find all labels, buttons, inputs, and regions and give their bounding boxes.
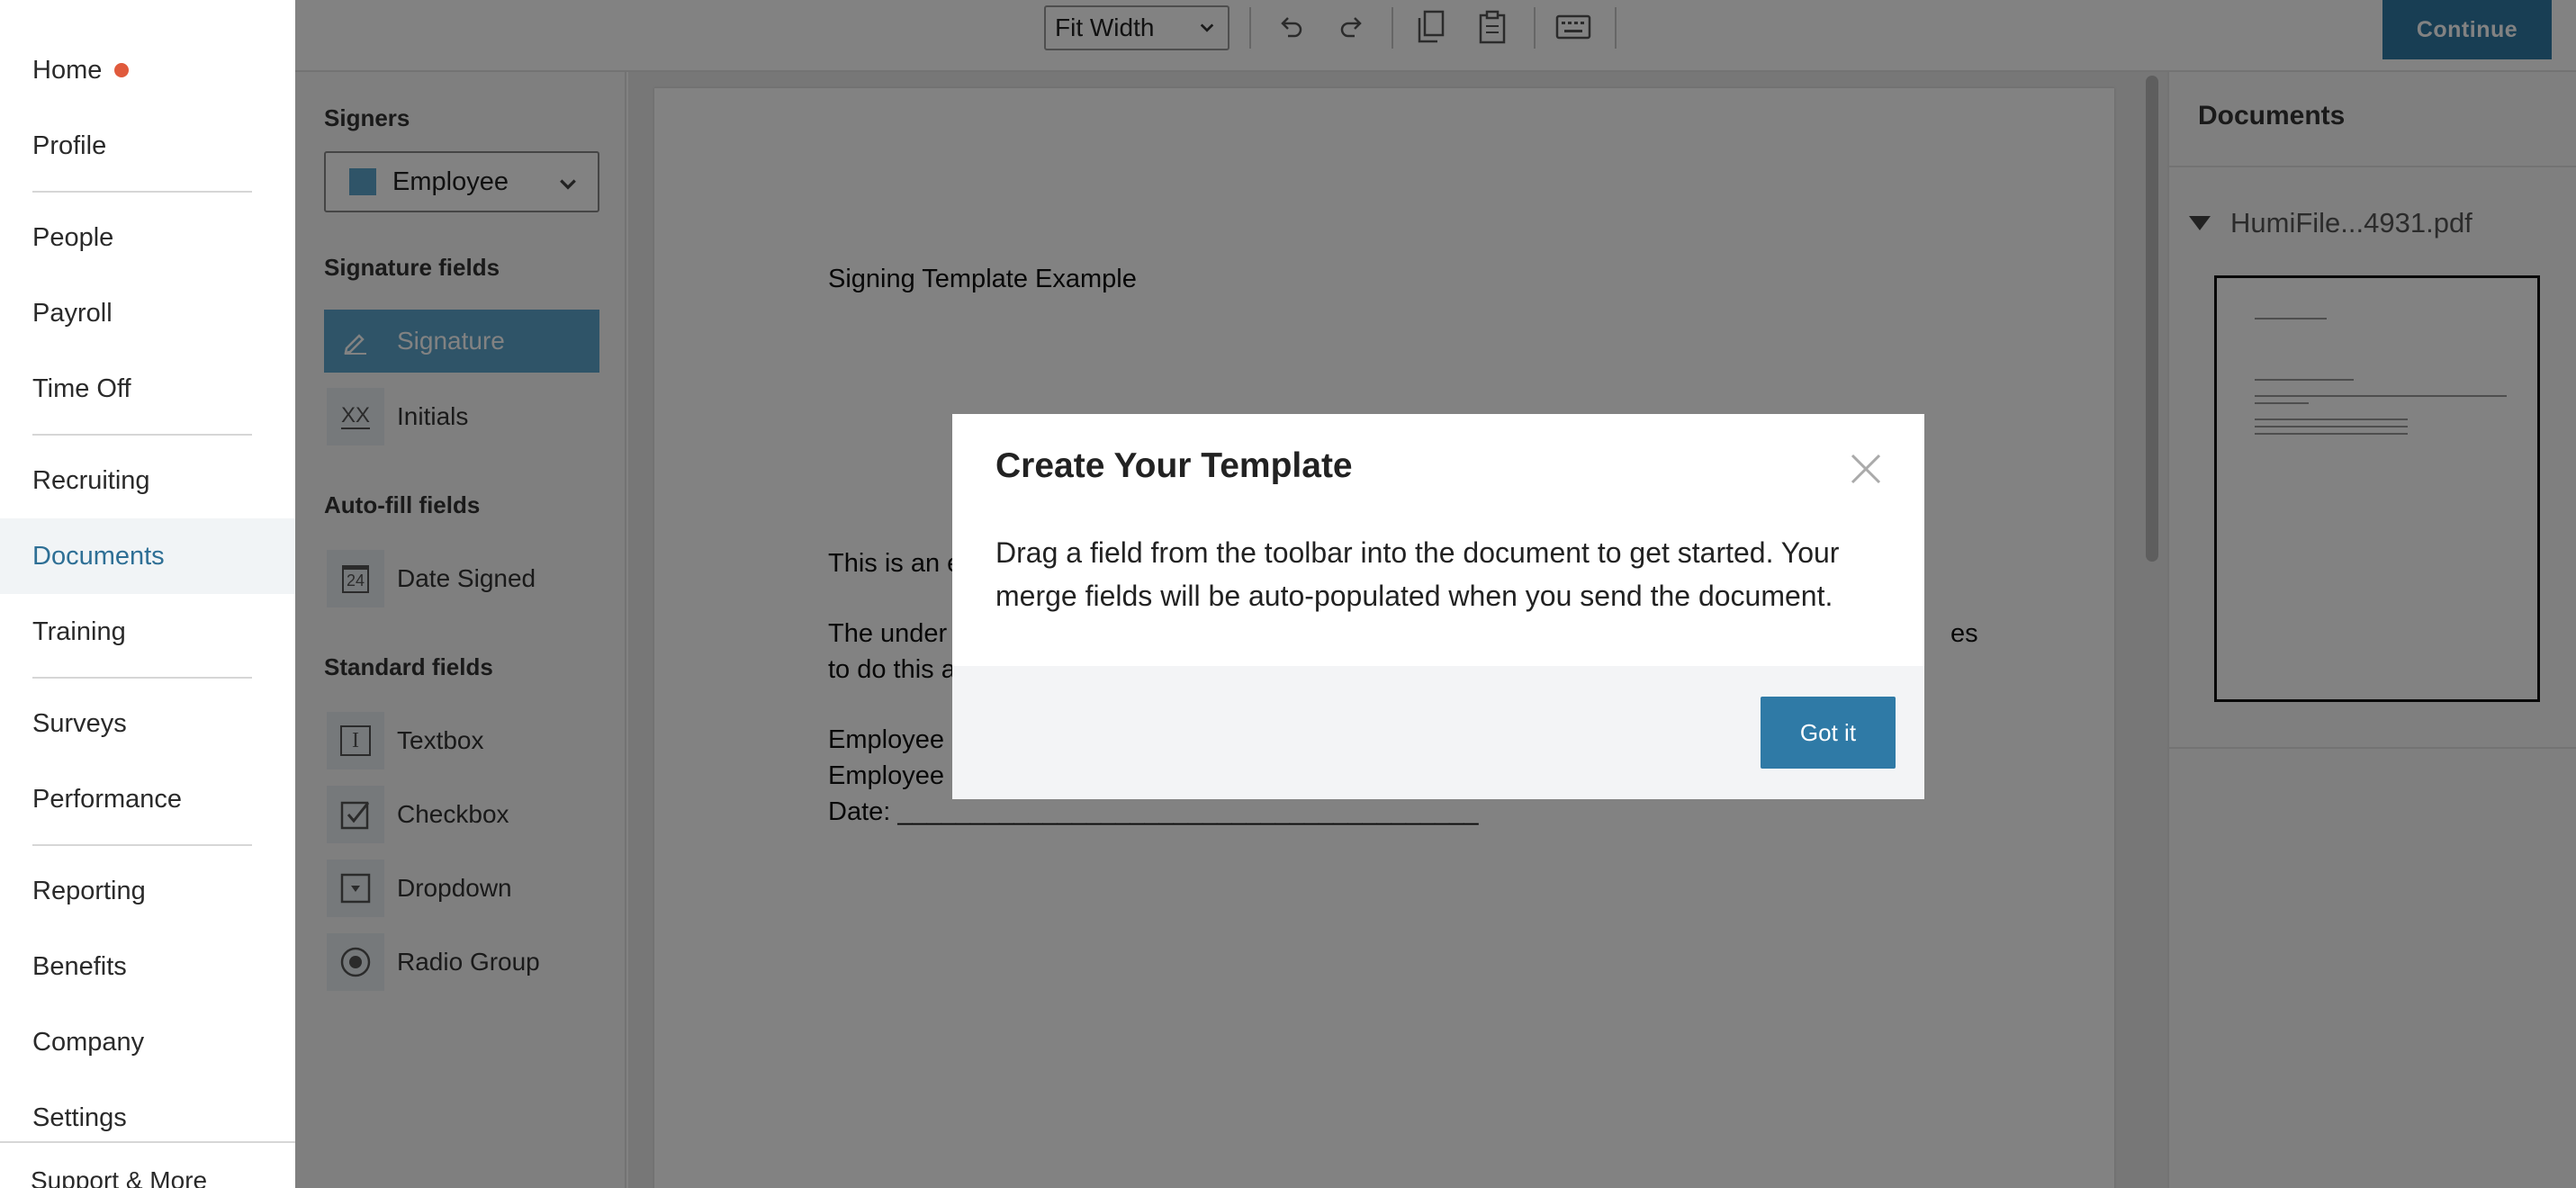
nav-divider	[0, 1141, 295, 1143]
nav-item-label: Settings	[32, 1102, 127, 1132]
main-nav: Home Profile People Payroll Time Off Rec…	[0, 0, 295, 1188]
nav-item-label: Time Off	[32, 374, 131, 403]
nav-item-settings[interactable]: Settings	[0, 1080, 295, 1156]
nav-item-reporting[interactable]: Reporting	[0, 853, 295, 929]
nav-item-label: People	[32, 222, 114, 252]
nav-item-label: Company	[32, 1027, 145, 1057]
close-icon[interactable]	[1843, 446, 1888, 491]
nav-item-label: Documents	[32, 541, 165, 571]
nav-item-surveys[interactable]: Surveys	[0, 686, 295, 761]
modal-body: Drag a field from the toolbar into the d…	[995, 536, 1840, 612]
nav-divider	[32, 844, 252, 846]
nav-item-label: Profile	[32, 130, 107, 160]
nav-item-time-off[interactable]: Time Off	[0, 351, 295, 427]
nav-item-label: Payroll	[32, 298, 113, 328]
nav-item-payroll[interactable]: Payroll	[0, 275, 295, 351]
nav-item-home[interactable]: Home	[0, 32, 295, 108]
nav-item-profile[interactable]: Profile	[0, 108, 295, 184]
nav-divider	[32, 191, 252, 193]
got-it-button[interactable]: Got it	[1761, 697, 1896, 769]
nav-item-label: Surveys	[32, 708, 127, 738]
nav-item-people[interactable]: People	[0, 200, 295, 275]
nav-item-label: Support & More	[31, 1166, 208, 1188]
nav-divider	[32, 677, 252, 679]
modal-footer: Got it	[952, 666, 1924, 799]
nav-item-support[interactable]: Support & More	[31, 1166, 207, 1188]
nav-item-label: Training	[32, 616, 126, 646]
nav-item-label: Reporting	[32, 876, 146, 905]
nav-item-recruiting[interactable]: Recruiting	[0, 443, 295, 518]
nav-item-label: Benefits	[32, 951, 127, 981]
nav-item-label: Recruiting	[32, 465, 150, 495]
nav-item-performance[interactable]: Performance	[0, 761, 295, 837]
nav-item-label: Performance	[32, 784, 183, 814]
nav-item-benefits[interactable]: Benefits	[0, 929, 295, 1004]
create-template-modal: Create Your Template Drag a field from t…	[952, 414, 1924, 799]
nav-item-training[interactable]: Training	[0, 594, 295, 670]
nav-item-documents[interactable]: Documents	[0, 518, 295, 594]
modal-title: Create Your Template	[995, 446, 1353, 485]
nav-item-label: Home	[32, 55, 103, 85]
nav-divider	[32, 434, 252, 436]
notification-dot	[114, 63, 130, 77]
nav-item-company[interactable]: Company	[0, 1004, 295, 1080]
